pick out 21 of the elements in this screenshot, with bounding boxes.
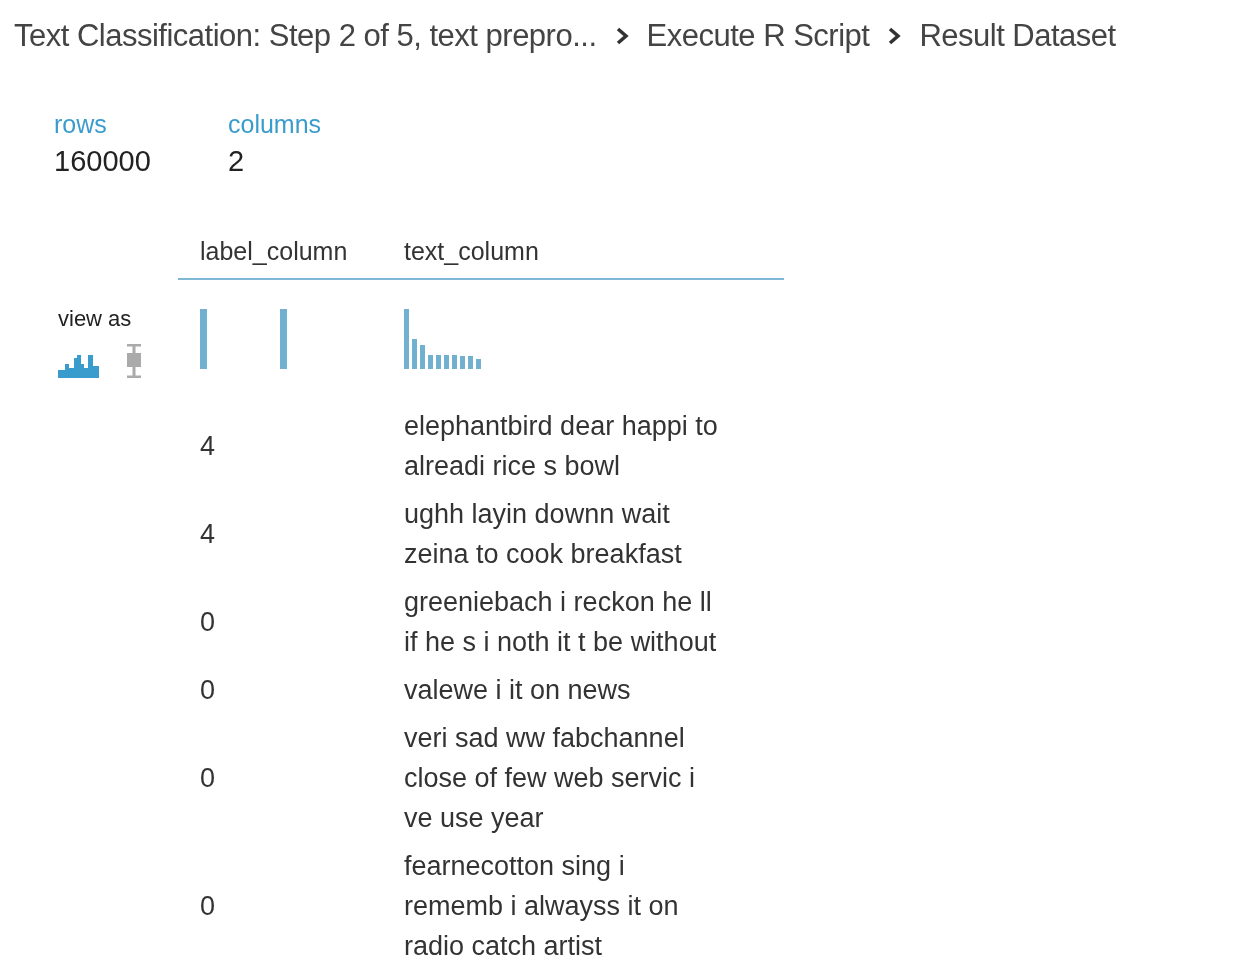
table-cell: 0 [200, 891, 216, 921]
stat-value: 2 [228, 145, 245, 178]
breadcrumb-item[interactable]: Execute R Script [646, 18, 870, 54]
table-cell-text: valewe i it on news [404, 674, 631, 707]
breadcrumb-item[interactable]: Text Classification: Step 2 of 5, text prepro... [14, 18, 597, 54]
stat-value: 160000 [54, 145, 151, 178]
table-cell-text: fearnecotton sing i rememb i alwayss it on radio catch artist [404, 850, 679, 963]
table-cell: 4 [200, 431, 216, 461]
table-cell: 0 [200, 607, 216, 637]
table-cell: 4 [200, 519, 216, 549]
table-cell: 0 [200, 763, 216, 793]
breadcrumb-item: Result Dataset [919, 18, 1116, 54]
column-header[interactable]: text_column [404, 236, 539, 265]
column-header[interactable]: label_column [200, 236, 348, 265]
stat-label: rows [54, 110, 107, 139]
chevron-icon [887, 27, 902, 45]
boxplot-icon[interactable] [125, 344, 143, 378]
view-as-label: view as [58, 306, 133, 332]
table-cell: 0 [200, 675, 216, 705]
chevron-icon [614, 27, 629, 45]
stat-label: columns [228, 110, 322, 139]
